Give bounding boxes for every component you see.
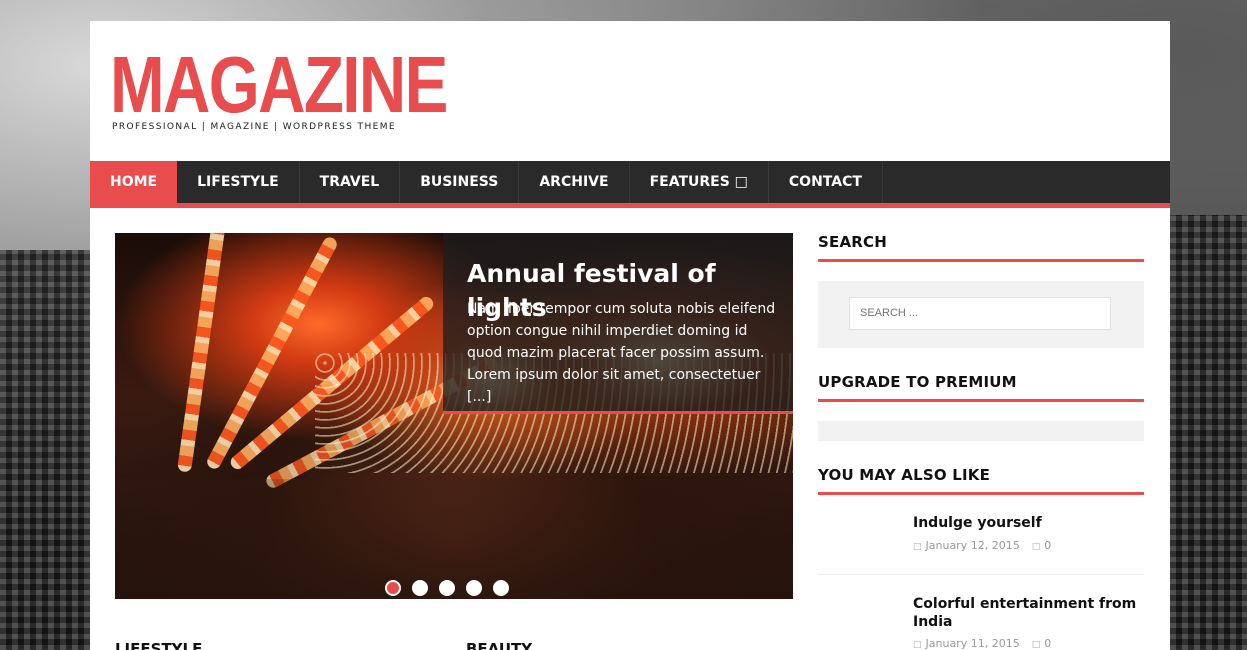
background-city-left [0, 250, 90, 650]
comment-icon: □ [1031, 542, 1041, 552]
post-date: □ January 12, 2015 [913, 539, 1020, 552]
site-container: MAGAZINE PROFESSIONAL | MAGAZINE | WORDP… [90, 21, 1170, 650]
widget-title-also-like: YOU MAY ALSO LIKE [818, 466, 1144, 495]
post-comments: □ 0 [1032, 637, 1052, 650]
nav-item-travel[interactable]: TRAVEL [300, 161, 401, 203]
main-navigation: HOME LIFESTYLE TRAVEL BUSINESS ARCHIVE F… [90, 161, 1170, 203]
post-date-text: January 12, 2015 [925, 539, 1020, 552]
section-title-beauty: BEAUTY [466, 640, 533, 650]
search-widget [818, 281, 1144, 348]
widget-title-premium: UPGRADE TO PREMIUM [818, 373, 1144, 402]
calendar-icon: □ [913, 640, 922, 650]
slider-dot-3[interactable] [439, 580, 455, 596]
post-meta: □ January 12, 2015 □ 0 [913, 539, 1051, 552]
search-input[interactable] [849, 297, 1111, 330]
nav-item-lifestyle[interactable]: LIFESTYLE [177, 161, 300, 203]
post-meta: □ January 11, 2015 □ 0 [913, 637, 1051, 650]
slider-dot-1[interactable] [385, 580, 401, 596]
nav-item-features[interactable]: FEATURES □ [630, 161, 769, 203]
nav-item-archive[interactable]: ARCHIVE [519, 161, 630, 203]
nav-accent-line [90, 203, 1170, 208]
slider-dot-5[interactable] [493, 580, 509, 596]
nav-item-home[interactable]: HOME [90, 161, 178, 203]
slider-dot-4[interactable] [466, 580, 482, 596]
widget-title-search: SEARCH [818, 233, 1144, 262]
nav-item-business[interactable]: BUSINESS [400, 161, 520, 203]
site-header: MAGAZINE PROFESSIONAL | MAGAZINE | WORDP… [90, 21, 1170, 161]
site-tagline: PROFESSIONAL | MAGAZINE | WORDPRESS THEM… [112, 122, 396, 132]
slide-caption: Annual festival of lights Nam liber temp… [443, 233, 793, 414]
post-date: □ January 11, 2015 [913, 637, 1020, 650]
post-comments-count: 0 [1044, 539, 1052, 552]
background-city-right [1170, 215, 1247, 650]
premium-widget [818, 421, 1144, 441]
calendar-icon: □ [913, 542, 922, 552]
post-divider [818, 574, 1144, 575]
post-date-text: January 11, 2015 [925, 637, 1020, 650]
post-title[interactable]: Colorful entertainment from India [913, 595, 1138, 631]
slider-dot-2[interactable] [412, 580, 428, 596]
nav-item-contact[interactable]: CONTACT [769, 161, 883, 203]
slider-pagination [385, 580, 509, 596]
post-comments: □ 0 [1032, 539, 1052, 552]
site-logo[interactable]: MAGAZINE [110, 45, 448, 125]
featured-slider[interactable]: Annual festival of lights Nam liber temp… [115, 233, 793, 599]
post-comments-count: 0 [1044, 637, 1052, 650]
section-title-lifestyle: LIFESTYLE [115, 640, 203, 650]
post-title[interactable]: Indulge yourself [913, 514, 1138, 532]
comment-icon: □ [1031, 640, 1041, 650]
slide-excerpt: Nam liber tempor cum soluta nobis eleife… [467, 301, 776, 405]
